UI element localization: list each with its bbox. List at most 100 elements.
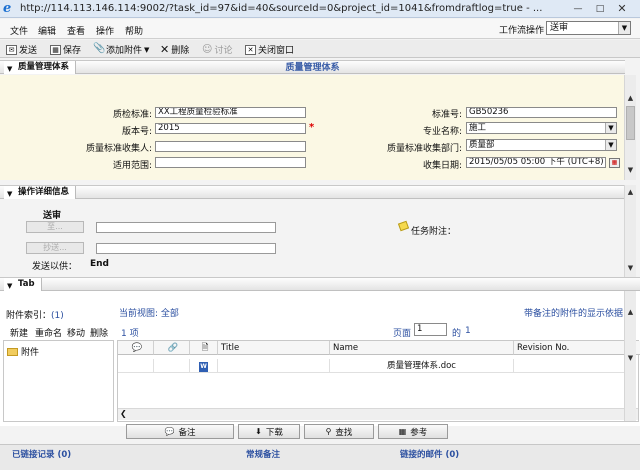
linked-mail-link[interactable]: 链接的邮件 (0) <box>400 448 459 460</box>
reference-button[interactable]: ▦ 参考 <box>378 424 448 439</box>
tree-root-folder[interactable]: 附件 <box>7 345 39 358</box>
close-window-icon: ✕ <box>245 44 256 55</box>
workflow-action-select[interactable]: 送审 ▼ <box>546 21 631 35</box>
paperclip-icon: 📎 <box>93 42 106 54</box>
row-note-cell <box>118 359 154 373</box>
attachment-tree: 附件 <box>3 340 114 422</box>
column-revision[interactable]: Revision No. <box>514 341 626 355</box>
menu-edit[interactable]: 编辑 <box>38 24 56 37</box>
major-value: 施工 <box>469 123 487 133</box>
regular-notes-link[interactable]: 常规备注 <box>246 448 280 460</box>
doc-column-icon[interactable]: 🗎 <box>190 341 218 355</box>
form-title: 质量管理体系 <box>285 63 340 73</box>
page-total: 1 <box>465 326 471 336</box>
chevron-down-icon: ▼ <box>605 140 616 150</box>
attachment-index: 附件索引：(1) <box>6 308 64 321</box>
menu-file[interactable]: 文件 <box>10 24 28 37</box>
save-button[interactable]: ▦ 保存 <box>50 43 81 56</box>
row-link-cell <box>154 359 190 373</box>
dept-label: 质量标准收集部门: <box>386 144 462 154</box>
add-attachment-label: 添加附件 <box>106 46 143 56</box>
scroll-up-icon[interactable]: ▲ <box>625 187 636 198</box>
download-button[interactable]: ⬇ 下载 <box>238 424 300 439</box>
ops-section-tab[interactable]: ▼ 操作详细信息 <box>4 186 77 199</box>
browser-logo-icon: e <box>3 1 12 16</box>
column-title[interactable]: Title <box>218 341 330 355</box>
current-view: 当前视图: 全部 <box>119 306 179 319</box>
delete-button[interactable]: ✕ 删除 <box>160 43 189 56</box>
menu-help[interactable]: 帮助 <box>125 24 143 37</box>
tab-scrollbar[interactable]: ▲ ▼ <box>624 291 636 421</box>
reference-icon: ▦ <box>398 427 407 436</box>
tree-move-button[interactable]: 移动 <box>67 326 85 339</box>
row-name-cell[interactable]: 质量管理体系.doc <box>330 359 514 373</box>
note-column-icon[interactable]: 💬 <box>118 341 154 355</box>
scope-label: 适用范围: <box>112 161 152 171</box>
standard-no-input[interactable]: GB50236 <box>466 107 617 118</box>
grid-horizontal-scrollbar[interactable]: ❮ <box>118 408 638 420</box>
discuss-button[interactable]: ☺ 讨论 <box>202 43 232 56</box>
dept-value: 质量部 <box>469 140 495 150</box>
standard-input[interactable]: XX工程质量检验标准 <box>155 107 306 118</box>
standard-label: 质检标准: <box>112 110 152 120</box>
scroll-down-icon[interactable]: ▼ <box>625 165 636 176</box>
column-name[interactable]: Name <box>330 341 514 355</box>
send-icon: ✉ <box>6 44 17 55</box>
close-window-button[interactable]: ✕ 关闭窗口 <box>245 43 294 56</box>
version-input[interactable]: 2015 <box>155 123 306 134</box>
row-revision-cell <box>514 359 626 373</box>
cc-button[interactable]: 抄送... <box>26 242 84 254</box>
menu-actions[interactable]: 操作 <box>96 24 114 37</box>
collector-label: 质量标准收集人: <box>85 144 152 154</box>
major-label: 专业名称: <box>422 127 462 137</box>
current-view-value[interactable]: 全部 <box>161 309 179 319</box>
date-input[interactable]: 2015/05/05 05:00 下午 (UTC+8) <box>466 157 606 168</box>
form-scrollbar[interactable]: ▲ ▼ <box>624 75 636 180</box>
tab-section-tab[interactable]: ▼ Tab <box>4 278 42 291</box>
to-button[interactable]: 至... <box>26 221 84 233</box>
scroll-down-icon[interactable]: ▼ <box>625 353 636 364</box>
minimize-icon[interactable]: — <box>570 3 586 15</box>
find-button[interactable]: ⚲ 查找 <box>304 424 374 439</box>
scroll-up-icon[interactable]: ▲ <box>625 307 636 318</box>
menu-view[interactable]: 查看 <box>67 24 85 37</box>
tree-rename-button[interactable]: 重命名 <box>35 326 62 339</box>
ops-scrollbar[interactable]: ▲ ▼ <box>624 185 636 277</box>
tree-delete-button[interactable]: 删除 <box>90 326 108 339</box>
attachment-index-count: (1) <box>51 311 64 321</box>
tree-root-label: 附件 <box>21 348 40 358</box>
collector-input[interactable] <box>155 141 306 152</box>
task-note-label: 任务附注： <box>411 227 457 237</box>
scroll-thumb[interactable] <box>626 106 635 140</box>
maximize-icon[interactable]: □ <box>592 3 608 15</box>
current-view-label: 当前视图: <box>119 309 159 319</box>
note-display-label: 带备注的附件的显示依据： <box>524 309 633 319</box>
tree-new-button[interactable]: 新建 <box>10 326 28 339</box>
chevron-down-icon: ▼ <box>605 123 616 133</box>
ops-section-header: ▼ 操作详细信息 <box>0 185 625 199</box>
to-input[interactable] <box>96 222 276 233</box>
scroll-down-icon[interactable]: ▼ <box>625 263 636 274</box>
item-count: 1 项 <box>121 329 139 339</box>
calendar-icon[interactable]: ▦ <box>609 158 620 168</box>
scroll-up-icon[interactable]: ▲ <box>625 93 636 104</box>
dept-select[interactable]: 质量部 ▼ <box>466 139 617 151</box>
page-of-label: 的 <box>452 329 462 339</box>
workflow-action-value: 送审 <box>550 23 569 33</box>
word-doc-icon: W <box>199 362 208 372</box>
close-icon[interactable]: ✕ <box>614 3 630 15</box>
status-bar <box>0 444 640 470</box>
major-select[interactable]: 施工 ▼ <box>466 122 617 134</box>
page-number-input[interactable]: 1 <box>414 323 447 336</box>
link-column-icon[interactable]: 🔗 <box>154 341 190 355</box>
discuss-icon: ☺ <box>202 44 213 55</box>
scroll-left-icon[interactable]: ❮ <box>120 409 127 418</box>
cc-input[interactable] <box>96 243 276 254</box>
add-attachment-button[interactable]: 📎 添加附件 ▼ <box>93 43 149 56</box>
send-label: 发送 <box>19 46 38 56</box>
linked-records-link[interactable]: 已链接记录 (0) <box>12 448 71 460</box>
scope-input[interactable] <box>155 157 306 168</box>
discuss-label: 讨论 <box>214 46 233 56</box>
note-button[interactable]: 💬 备注 <box>126 424 234 439</box>
send-button[interactable]: ✉ 发送 <box>6 43 37 56</box>
